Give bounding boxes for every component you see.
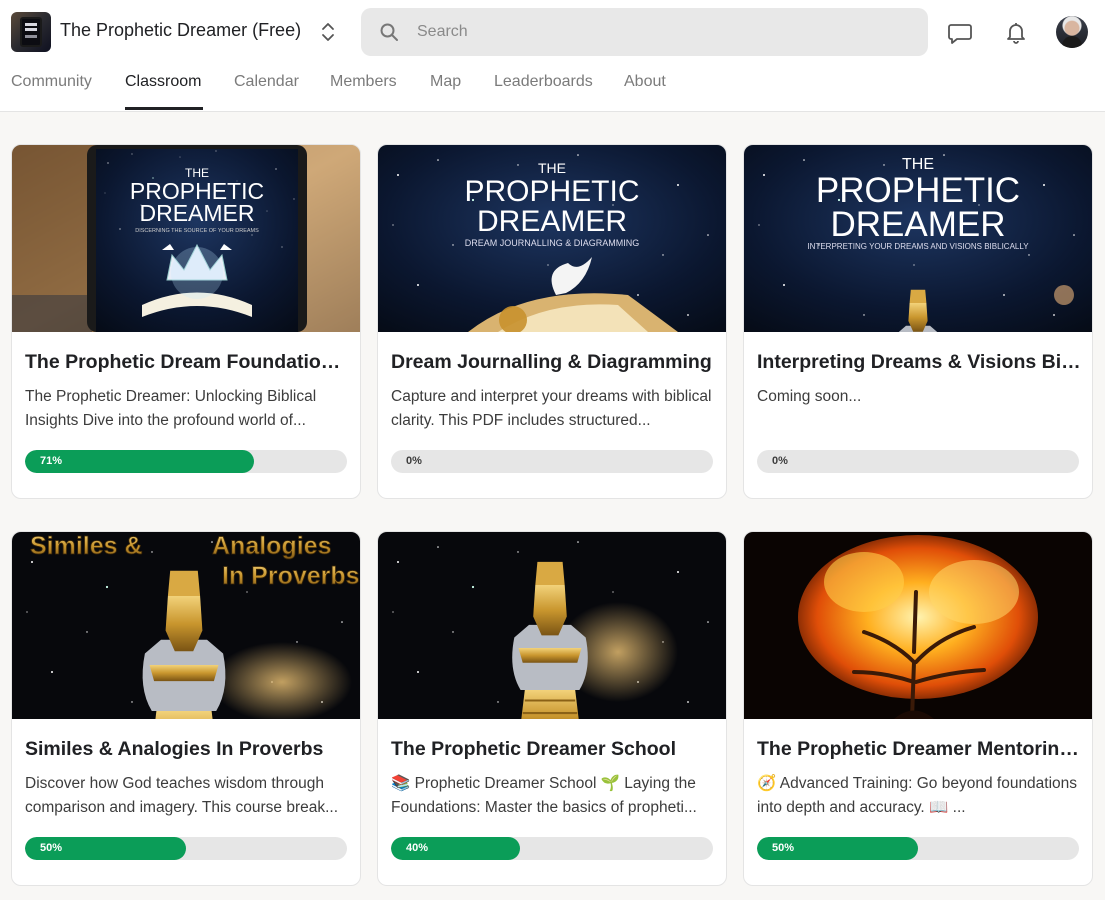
tab-community[interactable]: Community bbox=[11, 73, 92, 91]
course-title[interactable]: Similes & Analogies In Proverbs bbox=[25, 738, 350, 761]
search-bar[interactable] bbox=[361, 8, 928, 56]
course-thumbnail: THE PROPHETIC DREAMER DISCERNING THE SOU… bbox=[12, 145, 360, 332]
progress-bar: 40% bbox=[391, 837, 713, 860]
thumb-line2: DREAMER bbox=[477, 205, 627, 238]
course-description: The Prophetic Dreamer: Unlocking Biblica… bbox=[25, 388, 317, 429]
active-tab-indicator bbox=[125, 107, 203, 110]
thumb-subtitle: INTERPRETING YOUR DREAMS AND VISIONS BIB… bbox=[807, 242, 1029, 251]
search-input[interactable] bbox=[417, 8, 897, 56]
progress-bar: 0% bbox=[391, 450, 713, 473]
chat-bubble-icon[interactable] bbox=[946, 18, 974, 46]
course-description: Discover how God teaches wisdom through … bbox=[25, 775, 339, 816]
tab-classroom[interactable]: Classroom bbox=[125, 73, 201, 91]
thumb-line2: Analogies bbox=[212, 532, 331, 560]
progress-bar: 50% bbox=[757, 837, 1079, 860]
user-avatar[interactable] bbox=[1056, 16, 1088, 48]
progress-bar: 71% bbox=[25, 450, 347, 473]
course-card[interactable]: THE PROPHETIC DREAMER DISCERNING THE SOU… bbox=[11, 144, 361, 499]
course-card[interactable]: THE PROPHETIC DREAMER INTERPRETING YOUR … bbox=[743, 144, 1093, 499]
course-title[interactable]: The Prophetic Dreamer School bbox=[391, 738, 716, 761]
course-description: Coming soon... bbox=[757, 388, 862, 405]
course-thumbnail: THE PROPHETIC DREAMER INTERPRETING YOUR … bbox=[744, 145, 1092, 332]
progress-label: 0% bbox=[406, 455, 422, 467]
course-title[interactable]: Interpreting Dreams & Visions Bib... bbox=[757, 351, 1082, 374]
thumb-subtitle: DREAM JOURNALLING & DIAGRAMMING bbox=[465, 238, 640, 248]
course-card[interactable]: The Prophetic Dreamer Mentoring... 🧭 Adv… bbox=[743, 531, 1093, 886]
tab-about[interactable]: About bbox=[624, 73, 666, 91]
progress-bar: 0% bbox=[757, 450, 1079, 473]
course-title[interactable]: Dream Journalling & Diagramming bbox=[391, 351, 716, 374]
progress-label: 50% bbox=[772, 842, 795, 854]
thumb-line2: DREAMER bbox=[830, 205, 1005, 244]
course-thumbnail: Similes & Analogies In Proverbs bbox=[12, 532, 360, 719]
tab-members[interactable]: Members bbox=[330, 73, 397, 91]
top-header: The Prophetic Dreamer (Free) Community C… bbox=[0, 0, 1105, 112]
thumb-subtitle: DISCERNING THE SOURCE OF YOUR DREAMS bbox=[135, 228, 259, 234]
course-description: 🧭 Advanced Training: Go beyond foundatio… bbox=[757, 775, 1078, 816]
course-card[interactable]: The Prophetic Dreamer School 📚 Prophetic… bbox=[377, 531, 727, 886]
thumb-top-text: THE bbox=[538, 160, 566, 176]
course-card[interactable]: THE PROPHETIC DREAMER DREAM JOURNALLING … bbox=[377, 144, 727, 499]
progress-label: 50% bbox=[40, 842, 63, 854]
group-title[interactable]: The Prophetic Dreamer (Free) bbox=[60, 20, 301, 41]
nav-tabs: Community Classroom Calendar Members Map… bbox=[0, 60, 1105, 112]
tab-calendar[interactable]: Calendar bbox=[234, 73, 299, 91]
search-icon bbox=[379, 22, 399, 42]
progress-label: 0% bbox=[772, 455, 788, 467]
course-card[interactable]: Similes & Analogies In Proverbs Similes … bbox=[11, 531, 361, 886]
course-thumbnail: THE PROPHETIC DREAMER DREAM JOURNALLING … bbox=[378, 145, 726, 332]
group-logo[interactable] bbox=[11, 12, 51, 52]
thumb-line1: PROPHETIC bbox=[464, 175, 639, 208]
tab-map[interactable]: Map bbox=[430, 73, 461, 91]
course-thumbnail bbox=[744, 532, 1092, 719]
bell-icon[interactable] bbox=[1002, 18, 1030, 46]
course-thumbnail bbox=[378, 532, 726, 719]
progress-label: 40% bbox=[406, 842, 429, 854]
thumb-line3: In Proverbs bbox=[222, 562, 360, 590]
course-description: 📚 Prophetic Dreamer School 🌱 Laying the … bbox=[391, 775, 697, 816]
thumb-line1: Similes & bbox=[30, 532, 143, 560]
course-title[interactable]: The Prophetic Dream Foundations... bbox=[25, 351, 350, 374]
progress-bar: 50% bbox=[25, 837, 347, 860]
chevron-up-down-icon[interactable] bbox=[318, 20, 338, 44]
thumb-line2: DREAMER bbox=[139, 200, 254, 226]
course-description: Capture and interpret your dreams with b… bbox=[391, 388, 712, 429]
tab-leaderboards[interactable]: Leaderboards bbox=[494, 73, 593, 91]
course-title[interactable]: The Prophetic Dreamer Mentoring... bbox=[757, 738, 1082, 761]
progress-label: 71% bbox=[40, 455, 63, 467]
